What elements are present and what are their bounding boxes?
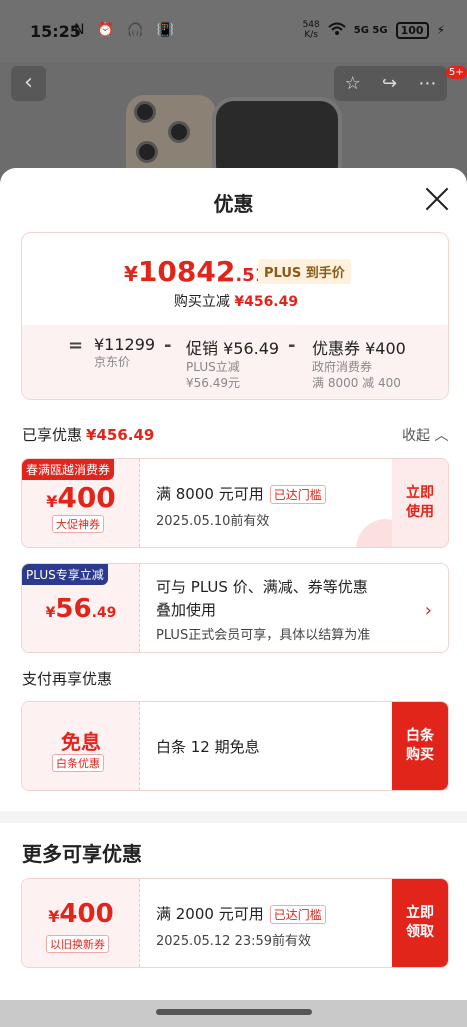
coupon-left: ¥400 以旧换新券 (22, 879, 140, 967)
minus-sign: - (164, 335, 172, 356)
promo-price: 促销 ¥56.49 (186, 339, 280, 358)
baitiao-buy-button[interactable]: 白条购买 (392, 702, 448, 790)
currency-symbol: ¥ (46, 492, 58, 511)
coupon-sub-label: 以旧换新券 (46, 935, 109, 953)
wifi-icon (328, 22, 346, 39)
section-divider (0, 811, 467, 823)
coupon-amount: ¥400 (22, 481, 140, 514)
camera-lens (134, 101, 156, 123)
camera-lens (136, 141, 158, 163)
pay-offer-left: 免息 白条优惠 (22, 702, 140, 790)
coupon-expiry: 2025.05.12 23:59前有效 (156, 934, 312, 949)
currency-symbol: ¥ (48, 907, 60, 926)
use-now-button[interactable]: 立即使用 (392, 459, 448, 547)
pay-offer-title: 免息 (61, 730, 101, 754)
coupon-desc-line2: 叠加使用 (156, 601, 217, 619)
message-badge: 5+ (446, 66, 467, 79)
home-indicator[interactable] (156, 1009, 312, 1015)
chevron-left-icon: ‹ (24, 70, 33, 95)
coupon-threshold: 满 8000 元可用 (156, 485, 264, 503)
net-speed-unit: K/s (304, 30, 318, 40)
enjoyed-label: 已享优惠 (22, 426, 83, 444)
coupon-amount-value: 400 (59, 899, 114, 929)
coupon-amount-value: 400 (57, 481, 116, 514)
net-speed-value: 548 (302, 20, 320, 30)
battery-icon: 100 (395, 21, 429, 39)
buy-save-line: 购买立减 ¥456.49 (22, 291, 448, 311)
base-price: ¥11299 (94, 335, 156, 354)
base-price-col: ¥11299 京东价 (94, 335, 155, 370)
close-icon[interactable] (424, 186, 450, 212)
coupon-sub-label: 政府消费券 (312, 360, 373, 374)
buy-save-label: 购买立减 (173, 294, 230, 310)
claim-now-button[interactable]: 立即领取 (392, 879, 448, 967)
coupon-detail: 满 2000 元可用 已达门槛 2025.05.12 23:59前有效 (156, 903, 326, 949)
reached-badge: 已达门槛 (269, 905, 326, 924)
discount-sheet: 优惠 ¥10842.51 PLUS 到手价 购买立减 ¥456.49 = ¥11… (0, 168, 467, 1027)
final-price: ¥10842.51 (124, 255, 267, 288)
back-button[interactable]: ‹ (11, 66, 46, 101)
reached-badge: 已达门槛 (269, 485, 326, 504)
coupon-tag: PLUS专享立减 (22, 564, 108, 585)
more-icon[interactable]: ⋯ (418, 73, 436, 94)
price-top: ¥10842.51 PLUS 到手价 购买立减 ¥456.49 (22, 233, 448, 325)
coupon-detail: 满 8000 元可用 已达门槛 2025.05.10前有效 (156, 483, 326, 529)
coupon-desc-line1: 可与 PLUS 价、满减、券等优惠 (156, 578, 368, 596)
header-actions: ☆ ↪ ⋯ (334, 66, 447, 101)
coupon-amount-value: 56 (55, 594, 92, 624)
pay-offer-detail: 白条 12 期免息 (156, 738, 260, 756)
coupon-threshold: 满 2000 元可用 (156, 905, 264, 923)
coupon-detail: 可与 PLUS 价、满减、券等优惠 叠加使用 PLUS正式会员可享，具体以结算为… (156, 576, 370, 643)
enjoyed-amount: ¥456.49 (86, 426, 155, 444)
currency-symbol: ¥ (124, 262, 138, 286)
net-speed: 548 K/s (303, 20, 320, 40)
plus-price-tag: PLUS 到手价 (258, 259, 351, 284)
coupon-expiry: 2025.05.10前有效 (156, 514, 270, 529)
minus-sign: - (288, 335, 296, 356)
pay-offer-card[interactable]: 免息 白条优惠 白条 12 期免息 白条购买 (21, 701, 449, 791)
promo-col: 促销 ¥56.49 PLUS立减 ¥56.49元 (186, 335, 279, 391)
status-bar: 15:25 N ⏰ 🎧 📳 548 K/s 5G 5G 100 ⚡ (0, 0, 467, 62)
base-price-label: 京东价 (94, 355, 131, 369)
coupon-sub-rule: 满 8000 减 400 (312, 376, 401, 390)
more-offers-title: 更多可享优惠 (22, 842, 142, 866)
star-icon[interactable]: ☆ (345, 73, 361, 94)
price-summary-card: ¥10842.51 PLUS 到手价 购买立减 ¥456.49 = ¥11299… (21, 232, 449, 400)
coupon-card[interactable]: 春满瓯越消费券 ¥400 大促神券 满 8000 元可用 已达门槛 2025.05… (21, 458, 449, 548)
currency-symbol: ¥ (45, 605, 56, 621)
sheet-title: 优惠 (213, 192, 254, 216)
coupon-left: PLUS专享立减 ¥56.49 (22, 564, 140, 652)
enjoyed-discount-row: 已享优惠 ¥456.49 (22, 424, 154, 445)
chevron-right-icon[interactable]: › (425, 600, 432, 621)
coupon-left: 春满瓯越消费券 ¥400 大促神券 (22, 459, 140, 547)
pay-offer-sub: 白条优惠 (52, 754, 104, 772)
price-integer: 10842 (137, 255, 236, 288)
status-right-group: 548 K/s 5G 5G 100 ⚡ (303, 20, 445, 40)
share-icon[interactable]: ↪ (382, 73, 397, 94)
status-left-icons: N ⏰ 🎧 📳 (74, 22, 179, 38)
coupon-card[interactable]: ¥400 以旧换新券 满 2000 元可用 已达门槛 2025.05.12 23:… (21, 878, 449, 968)
pay-section-label: 支付再享优惠 (22, 670, 113, 688)
coupon-tag: 春满瓯越消费券 (22, 459, 115, 480)
signal-icon: 5G 5G (353, 24, 388, 36)
charging-icon: ⚡ (436, 23, 445, 37)
coupon-amount: ¥56.49 (22, 594, 140, 624)
price-breakdown: = ¥11299 京东价 - 促销 ¥56.49 PLUS立减 ¥56.49元 … (22, 325, 448, 399)
promo-sub-amount: ¥56.49元 (186, 376, 240, 390)
camera-lens (168, 121, 190, 143)
coupon-note: PLUS正式会员可享，具体以结算为准 (156, 628, 371, 643)
collapse-toggle[interactable]: 收起 ︿ (402, 425, 448, 445)
coupon-price: 优惠券 ¥400 (312, 339, 406, 358)
coupon-amount: ¥400 (22, 899, 140, 929)
equals-sign: = (68, 335, 84, 356)
coupon-col: 优惠券 ¥400 政府消费券 满 8000 减 400 (312, 335, 406, 391)
buy-save-amount: ¥456.49 (234, 294, 299, 310)
coupon-card[interactable]: PLUS专享立减 ¥56.49 可与 PLUS 价、满减、券等优惠 叠加使用 P… (21, 563, 449, 653)
coupon-amount-decimal: .49 (91, 605, 117, 621)
promo-sub-label: PLUS立减 (186, 360, 240, 374)
coupon-sub-label: 大促神券 (52, 515, 104, 533)
